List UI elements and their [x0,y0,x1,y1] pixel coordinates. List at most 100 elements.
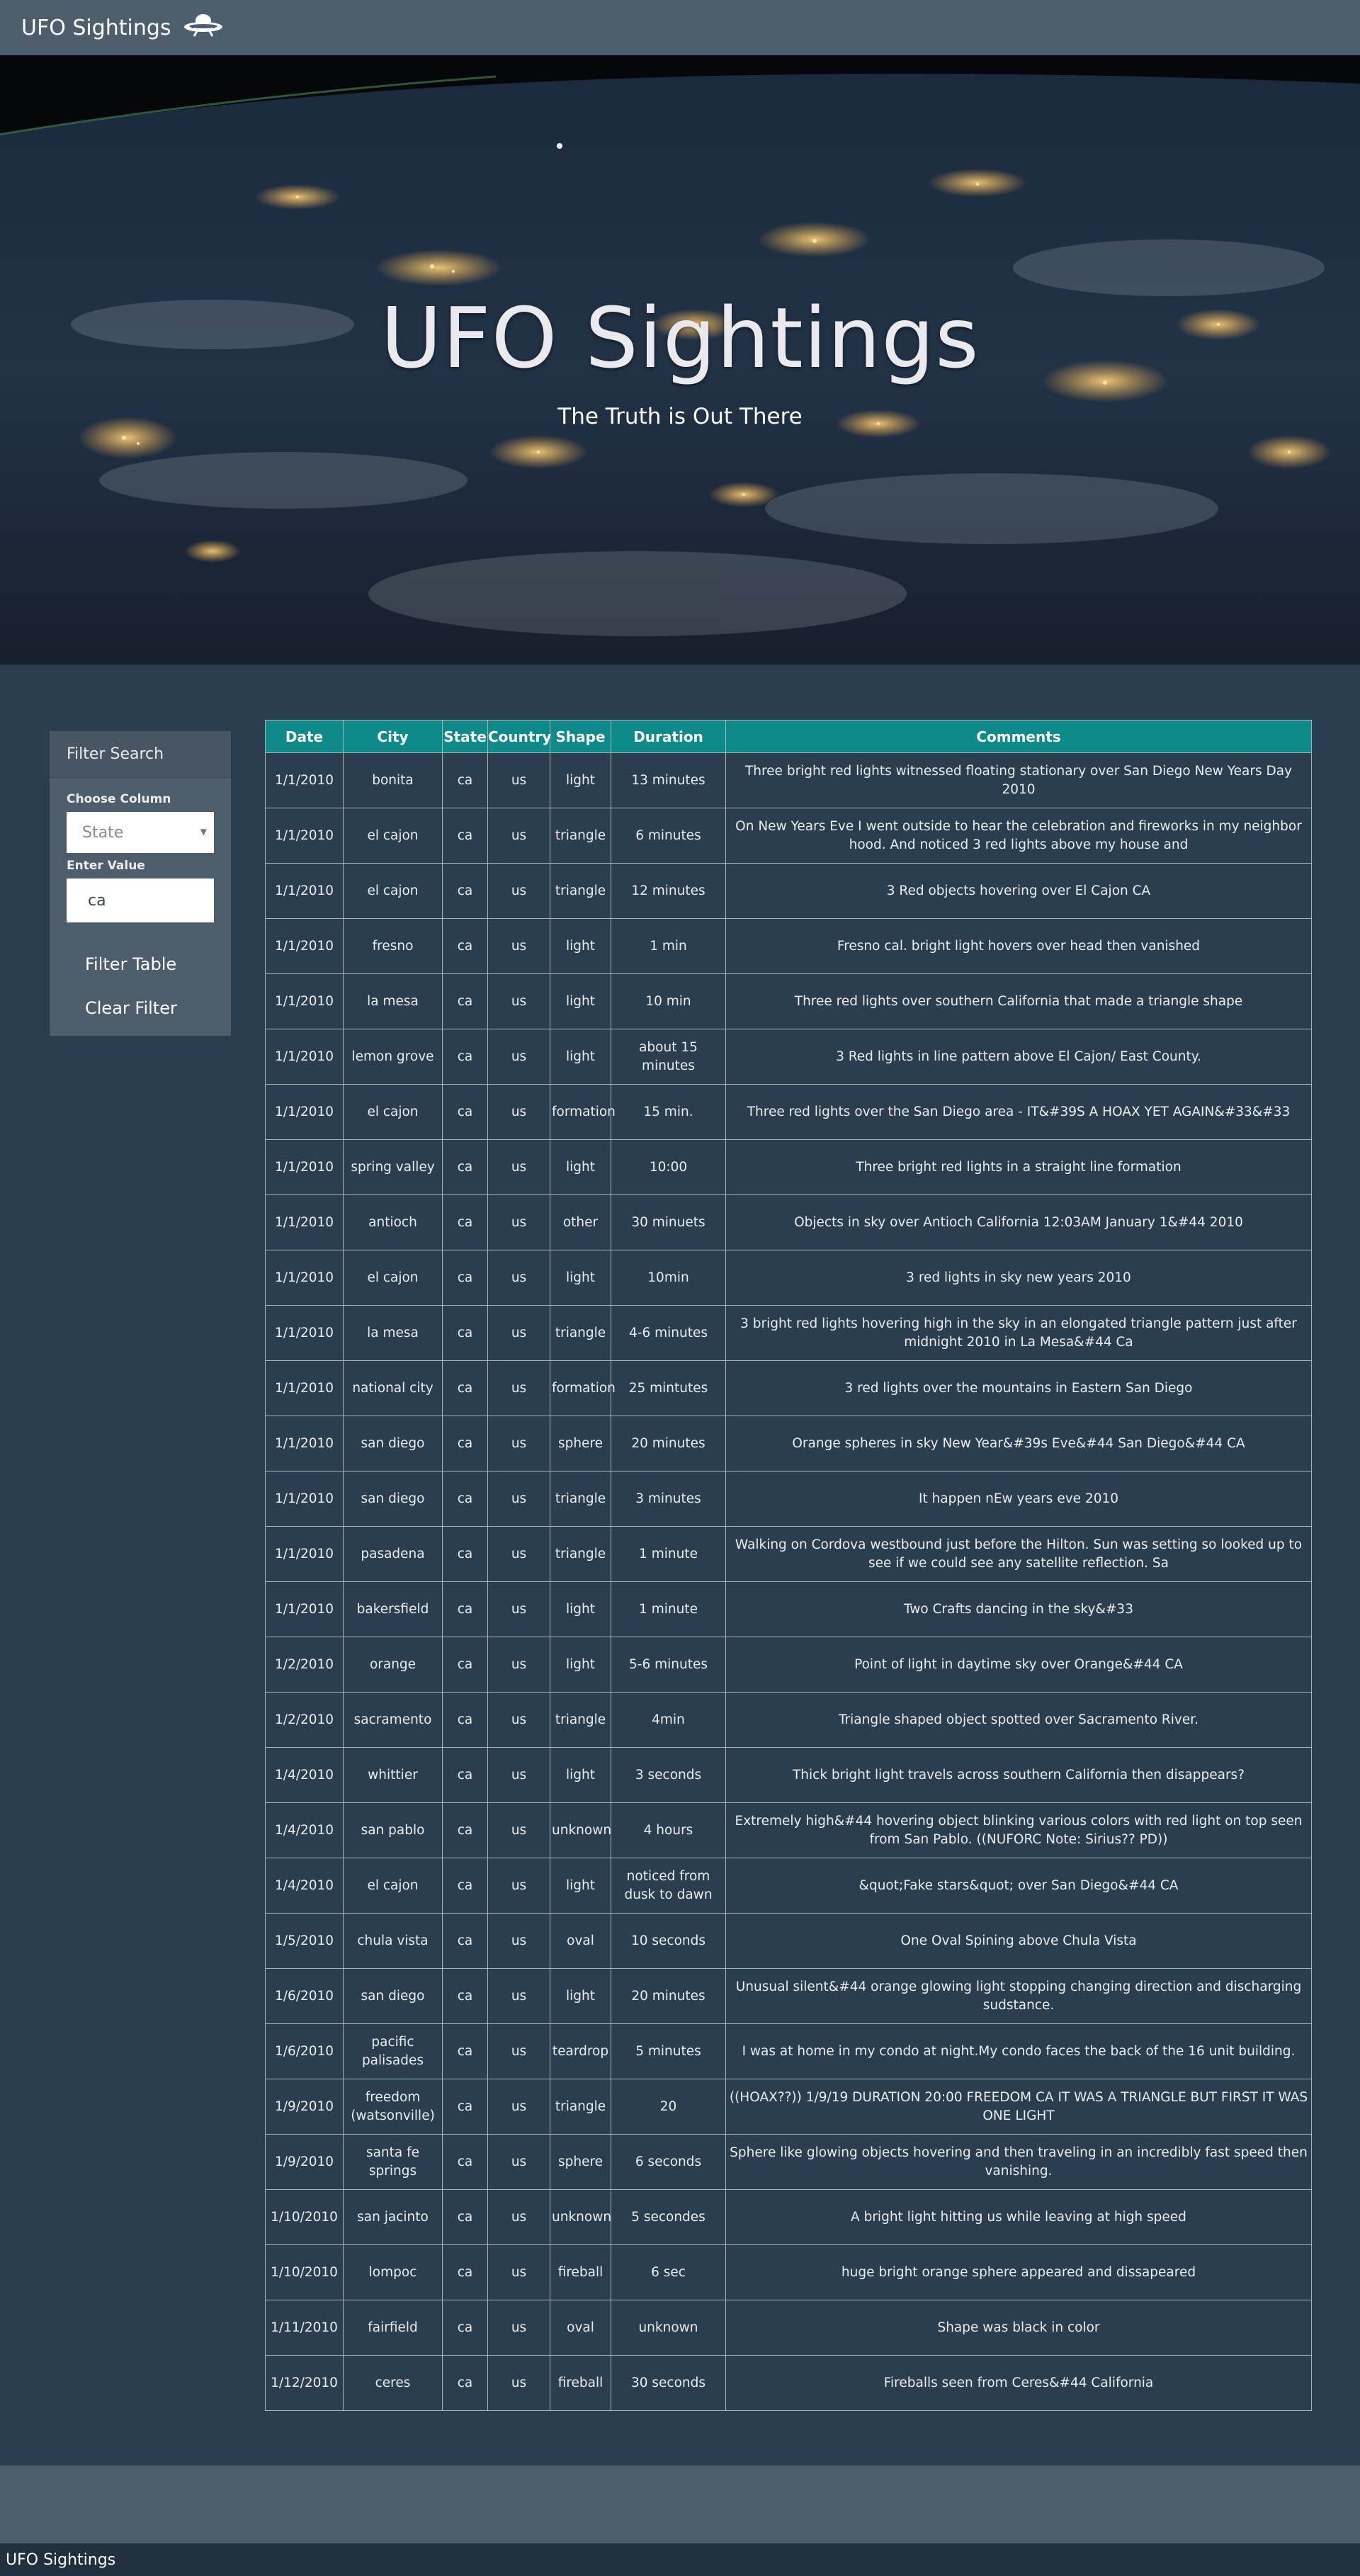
column-select[interactable]: State ▼ [67,812,214,853]
cell-country: us [487,1692,550,1748]
cell-duration: 6 sec [611,2244,726,2300]
cell-comments: Objects in sky over Antioch California 1… [725,1194,1312,1250]
cell-shape: oval [550,1913,611,1969]
cell-shape: triangle [550,808,611,864]
navbar: UFO Sightings [0,0,1360,55]
column-header-country: Country [487,720,551,753]
cell-duration: 13 minutes [611,752,726,808]
cell-comments: 3 bright red lights hovering high in the… [725,1305,1312,1361]
table-row: 1/10/2010 lompoc ca us fireball 6 sec huge bri… [265,2244,1312,2300]
cell-state: ca [442,1360,488,1416]
cell-duration: 1 min [611,918,726,974]
footer: UFO Sightings [0,2543,1360,2576]
cell-comments: ((HOAX??)) 1/9/19 DURATION 20:00 FREEDOM… [725,2079,1312,2135]
cell-state: ca [442,1913,488,1969]
cell-comments: Three bright red lights in a straight li… [725,1139,1312,1195]
cell-state: ca [442,2244,488,2300]
table-row: 1/1/2010 la mesa ca us triangle 4-6 minutes 3 … [265,1305,1312,1361]
cell-duration: 4 hours [611,1802,726,1858]
main-content: Filter Search Choose Column State ▼ Ente… [0,665,1360,2465]
cell-state: ca [442,918,488,974]
cell-comments: Shape was black in color [725,2300,1312,2356]
table-row: 1/1/2010 antioch ca us other 30 minuets Object… [265,1194,1312,1250]
cell-state: ca [442,2300,488,2356]
sightings-table-wrapper: Date City State Country Shape Duration Comment… [265,720,1312,2411]
cell-comments: A bright light hitting us while leaving … [725,2189,1312,2245]
column-select-value: State [82,823,124,842]
cell-date: 1/6/2010 [265,2023,344,2079]
cell-state: ca [442,1084,488,1140]
cell-state: ca [442,1250,488,1306]
filter-table-button[interactable]: Filter Table [67,942,214,986]
table-row: 1/12/2010 ceres ca us fireball 30 seconds Fire… [265,2355,1312,2411]
cell-date: 1/1/2010 [265,973,344,1029]
cell-duration: 4min [611,1692,726,1748]
column-header-duration: Duration [611,720,726,753]
table-row: 1/4/2010 san pablo ca us unknown 4 hours Extre… [265,1802,1312,1858]
cell-city: sacramento [343,1692,443,1748]
cell-country: us [487,1913,550,1969]
cell-state: ca [442,863,488,919]
table-row: 1/1/2010 el cajon ca us light 10min 3 red ligh… [265,1250,1312,1306]
filter-value-input[interactable]: ca [67,879,214,922]
cell-country: us [487,2023,550,2079]
cell-country: us [487,1581,550,1637]
cell-country: us [487,1471,550,1527]
cell-state: ca [442,752,488,808]
cell-comments: Walking on Cordova westbound just before… [725,1526,1312,1582]
cell-duration: 10 min [611,973,726,1029]
cell-duration: about 15 minutes [611,1029,726,1085]
cell-comments: 3 red lights over the mountains in Easte… [725,1360,1312,1416]
column-header-date: Date [265,720,344,753]
cell-date: 1/11/2010 [265,2300,344,2356]
cell-city: lemon grove [343,1029,443,1085]
cell-state: ca [442,1471,488,1527]
table-header: Date City State Country Shape Duration Comment… [265,720,1312,753]
cell-duration: 5 minutes [611,2023,726,2079]
cell-comments: Fresno cal. bright light hovers over hea… [725,918,1312,974]
clear-filter-button[interactable]: Clear Filter [67,986,214,1030]
cell-city: fairfield [343,2300,443,2356]
cell-duration: 30 minuets [611,1194,726,1250]
cell-city: la mesa [343,1305,443,1361]
column-header-shape: Shape [550,720,611,753]
cell-duration: 12 minutes [611,863,726,919]
table-row: 1/10/2010 san jacinto ca us unknown 5 seconde… [265,2189,1312,2245]
cell-country: us [487,1250,550,1306]
brand-link[interactable]: UFO Sightings [21,12,224,43]
cell-date: 1/1/2010 [265,752,344,808]
cell-country: us [487,752,550,808]
table-row: 1/4/2010 whittier ca us light 3 seconds Thick … [265,1747,1312,1803]
cell-country: us [487,1305,550,1361]
cell-comments: Three bright red lights witnessed floati… [725,752,1312,808]
cell-comments: Sphere like glowing objects hovering and… [725,2134,1312,2190]
cell-country: us [487,2300,550,2356]
cell-duration: unknown [611,2300,726,2356]
cell-date: 1/1/2010 [265,1305,344,1361]
cell-state: ca [442,1858,488,1914]
cell-date: 1/4/2010 [265,1858,344,1914]
table-row: 1/1/2010 bakersfield ca us light 1 minute Two … [265,1581,1312,1637]
cell-date: 1/1/2010 [265,1250,344,1306]
cell-state: ca [442,1581,488,1637]
cell-shape: light [550,752,611,808]
cell-country: us [487,2244,550,2300]
cell-date: 1/1/2010 [265,1029,344,1085]
cell-comments: I was at home in my condo at night.My co… [725,2023,1312,2079]
table-row: 1/6/2010 san diego ca us light 20 minutes Unus… [265,1968,1312,2024]
cell-state: ca [442,1526,488,1582]
cell-duration: 6 seconds [611,2134,726,2190]
cell-city: ceres [343,2355,443,2411]
cell-city: pacific palisades [343,2023,443,2079]
cell-state: ca [442,1802,488,1858]
cell-country: us [487,863,550,919]
footer-label: UFO Sightings [6,2550,116,2569]
cell-duration: 20 [611,2079,726,2135]
cell-duration: 15 min. [611,1084,726,1140]
cell-state: ca [442,1305,488,1361]
cell-shape: formation [550,1360,616,1416]
cell-country: us [487,1029,550,1085]
hero-title: UFO Sightings [380,289,980,387]
table-row: 1/1/2010 san diego ca us sphere 20 minutes Ora… [265,1416,1312,1471]
chevron-down-icon: ▼ [200,827,207,837]
